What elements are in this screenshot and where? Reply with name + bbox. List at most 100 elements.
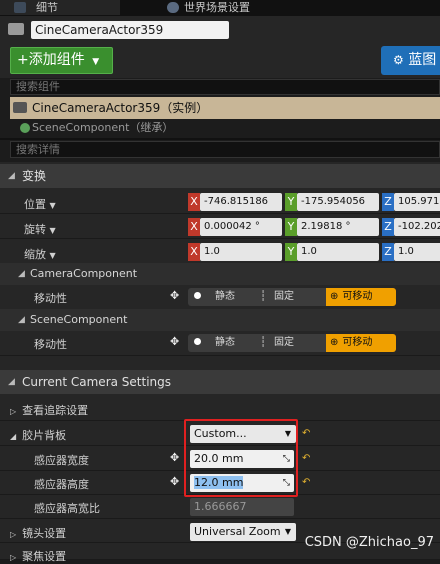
stationary-icon: ┆ xyxy=(260,337,267,348)
actor-name-field[interactable]: CineCameraActor359 xyxy=(31,21,229,39)
scale-z-field[interactable]: 1.0 xyxy=(394,243,440,261)
focus-label-text: 聚焦设置 xyxy=(22,550,67,563)
scene-component-tree-label: SceneComponent（继承） xyxy=(32,121,174,134)
scale-y: Y 1.0 xyxy=(285,243,379,261)
lens-value: Universal Zoom xyxy=(194,525,281,538)
actor-instance-row[interactable]: CineCameraActor359（实例） xyxy=(10,97,440,119)
sensor-height-label: 感应器高度 xyxy=(34,478,89,491)
location-z: Z 105.9719 xyxy=(382,193,440,211)
camera-component-header-label: CameraComponent xyxy=(30,267,138,280)
mobility-static-label: 静态 xyxy=(215,337,235,348)
filmback-label-text: 胶片背板 xyxy=(22,429,67,442)
camera-component-header[interactable]: ◢ CameraComponent xyxy=(0,263,440,285)
lens-dropdown[interactable]: Universal Zoom ▼ xyxy=(190,523,296,541)
drag-handle-icon[interactable]: ✥ xyxy=(170,289,179,302)
globe-icon xyxy=(167,2,179,13)
magnifier-icon xyxy=(14,2,26,13)
scale-z: Z 1.0 xyxy=(382,243,440,261)
scale-x: X 1.0 xyxy=(188,243,282,261)
camera-icon xyxy=(13,102,27,113)
scene-component-header-label: SceneComponent xyxy=(30,313,128,326)
x-axis-label: X xyxy=(188,243,200,261)
scale-label-text: 缩放 xyxy=(24,248,46,261)
z-axis-label: Z xyxy=(382,193,394,211)
add-component-label: +添加组件 xyxy=(17,52,85,68)
sensor-width-label: 感应器宽度 xyxy=(34,454,89,467)
stationary-icon: ┆ xyxy=(260,291,267,302)
rotation-z-field[interactable]: -102.202 xyxy=(394,218,440,236)
gears-icon: ⚙ xyxy=(393,53,404,67)
y-axis-label: Y xyxy=(285,243,297,261)
caret-right-icon: ▷ xyxy=(10,407,17,416)
scene-mobility-label: 移动性 xyxy=(34,338,67,351)
rotation-y-field[interactable]: 2.19818 ° xyxy=(297,218,379,236)
mobility-static-label: 静态 xyxy=(215,291,235,302)
location-label-text: 位置 xyxy=(24,198,46,211)
z-axis-label: Z xyxy=(382,218,394,236)
scale-y-field[interactable]: 1.0 xyxy=(297,243,379,261)
rotation-z: Z -102.202 xyxy=(382,218,440,236)
mobility-stationary-option[interactable]: ┆ 固定 xyxy=(260,334,326,352)
current-camera-settings-header[interactable]: ◢ Current Camera Settings xyxy=(0,370,440,394)
y-axis-label: Y xyxy=(285,218,297,236)
component-sphere-icon xyxy=(20,123,30,133)
lookat-label-text: 查看追踪设置 xyxy=(22,404,89,417)
reset-arrow-icon[interactable]: ↶ xyxy=(302,428,310,439)
highlight-box xyxy=(184,419,298,497)
x-axis-label: X xyxy=(188,218,200,236)
drag-handle-icon[interactable]: ✥ xyxy=(170,451,179,464)
transform-header[interactable]: ◢ 变换 xyxy=(0,164,440,188)
rotation-y: Y 2.19818 ° xyxy=(285,218,379,236)
location-label[interactable]: 位置 ▼ xyxy=(24,196,56,212)
location-z-field[interactable]: 105.9719 xyxy=(394,193,440,211)
caret-down-icon: ◢ xyxy=(8,377,15,387)
reset-arrow-icon[interactable]: ↶ xyxy=(302,453,310,464)
mobility-stationary-option[interactable]: ┆ 固定 xyxy=(260,288,326,306)
rotation-x: X 0.000042 ° xyxy=(188,218,282,236)
aspect-ratio-field: 1.666667 xyxy=(190,498,294,516)
tab-world-settings[interactable]: 世界场景设置 xyxy=(160,0,300,15)
scale-label[interactable]: 缩放 ▼ xyxy=(24,246,56,262)
mobility-movable-option[interactable]: ⊕ 可移动 xyxy=(326,288,396,306)
scale-x-field[interactable]: 1.0 xyxy=(200,243,282,261)
scene-component-tree-item[interactable]: SceneComponent（继承） xyxy=(10,121,440,135)
filmback-label[interactable]: ◢ 胶片背板 xyxy=(10,427,66,443)
location-x: X -746.815186 xyxy=(188,193,282,211)
mobility-static-option[interactable]: 静态 xyxy=(194,334,258,352)
location-y-field[interactable]: -175.954056 xyxy=(297,193,379,211)
mobility-movable-label: 可移动 xyxy=(342,337,373,348)
scene-mobility-toggle: 静态 ┆ 固定 ⊕ 可移动 xyxy=(188,334,396,352)
dot-icon xyxy=(194,338,201,345)
focus-label: ▷ 聚焦设置 xyxy=(10,548,66,564)
chevron-down-icon: ▼ xyxy=(49,201,56,210)
mobility-movable-option[interactable]: ⊕ 可移动 xyxy=(326,334,396,352)
reset-arrow-icon[interactable]: ↶ xyxy=(302,477,310,488)
camera-actor-icon xyxy=(8,23,24,35)
actor-instance-label: CineCameraActor359（实例） xyxy=(32,101,209,115)
search-details-input[interactable]: 搜索详情 xyxy=(10,141,440,158)
aspect-ratio-label: 感应器高宽比 xyxy=(34,502,100,515)
caret-right-icon: ▷ xyxy=(10,553,17,562)
location-y: Y -175.954056 xyxy=(285,193,379,211)
mobility-stationary-label: 固定 xyxy=(274,291,295,302)
tab-details[interactable]: 细节 xyxy=(0,0,120,15)
lens-label[interactable]: ▷ 镜头设置 xyxy=(10,525,66,541)
blueprint-button[interactable]: ⚙ 蓝图 xyxy=(381,46,440,75)
drag-handle-icon[interactable]: ✥ xyxy=(170,475,179,488)
add-component-button[interactable]: +添加组件 ▼ xyxy=(10,47,113,74)
tab-details-label: 细节 xyxy=(36,1,58,14)
blueprint-label: 蓝图 xyxy=(408,52,437,68)
camera-mobility-toggle: 静态 ┆ 固定 ⊕ 可移动 xyxy=(188,288,396,306)
rotation-label[interactable]: 旋转 ▼ xyxy=(24,221,56,237)
x-axis-label: X xyxy=(188,193,200,211)
mobility-static-option[interactable]: 静态 xyxy=(194,288,258,306)
drag-handle-icon[interactable]: ✥ xyxy=(170,335,179,348)
search-components-input[interactable]: 搜索组件 xyxy=(10,79,440,95)
scene-component-header[interactable]: ◢ SceneComponent xyxy=(0,309,440,331)
move-icon: ⊕ xyxy=(330,291,339,302)
move-icon: ⊕ xyxy=(330,337,339,348)
location-x-field[interactable]: -746.815186 xyxy=(200,193,282,211)
dot-icon xyxy=(194,292,201,299)
chevron-down-icon: ▼ xyxy=(49,251,56,260)
rotation-x-field[interactable]: 0.000042 ° xyxy=(200,218,282,236)
